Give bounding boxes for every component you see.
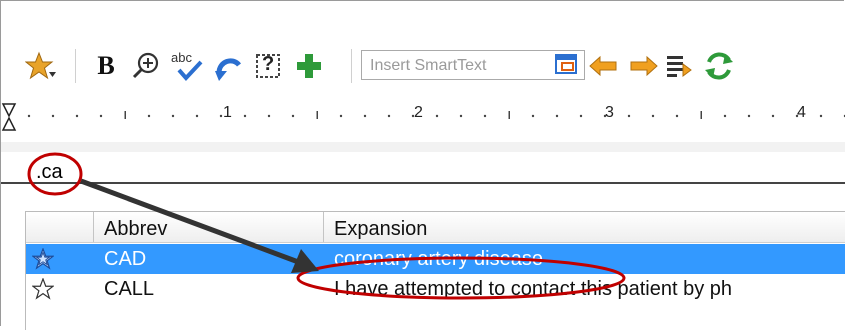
spellcheck-icon[interactable]: abc <box>167 41 207 91</box>
favorite-star-icon[interactable] <box>32 248 54 270</box>
ruler-dot <box>675 114 679 118</box>
ruler-dot <box>459 114 463 118</box>
list-arrow-icon[interactable] <box>663 41 699 91</box>
ruler-mark-1: 1 <box>223 104 232 121</box>
ruler-dot <box>75 114 79 118</box>
ruler-dot <box>291 114 295 118</box>
smartphrase-popup: Abbrev Expansion CAD coronary artery dis… <box>1 182 845 330</box>
star-outline-icon[interactable] <box>32 278 54 300</box>
ruler-dot <box>219 114 223 118</box>
smartphrase-table: Abbrev Expansion CAD coronary artery dis… <box>25 211 845 330</box>
ruler-mark-3: 3 <box>605 104 614 121</box>
ruler-dot <box>387 114 391 118</box>
ruler-dot <box>651 114 655 118</box>
ruler-ticks <box>1 103 845 131</box>
ruler-dot <box>579 114 583 118</box>
ruler-tick <box>700 111 702 119</box>
smarttext-input[interactable]: Insert SmartText <box>361 50 585 80</box>
arrow-left-icon[interactable] <box>586 41 622 91</box>
smarttext-placeholder: Insert SmartText <box>370 57 487 74</box>
ruler-dot <box>27 114 31 118</box>
arrow-right-icon[interactable] <box>625 41 661 91</box>
ruler-dot <box>363 114 367 118</box>
undo-icon[interactable] <box>211 41 247 91</box>
typed-text[interactable]: .ca <box>36 161 63 184</box>
help-icon[interactable]: ? <box>251 41 287 91</box>
ruler-dot <box>243 114 247 118</box>
help-label: ? <box>262 53 275 75</box>
ruler-dot <box>555 114 559 118</box>
editor-gutter <box>1 142 845 152</box>
table-header: Abbrev Expansion <box>26 212 845 243</box>
header-abbrev[interactable]: Abbrev <box>94 212 324 242</box>
bold-icon[interactable]: B <box>91 41 121 91</box>
table-row[interactable]: CALL I have attempted to contact this pa… <box>26 274 845 304</box>
ruler-mark-4: 4 <box>797 104 806 121</box>
ruler-dot <box>99 114 103 118</box>
refresh-icon[interactable] <box>701 41 737 91</box>
editor-window: B abc ? Insert SmartText 1 2 3 4 .ca Abb… <box>0 0 845 330</box>
abbrev-cell: CALL <box>104 278 155 300</box>
ruler-dot <box>339 114 343 118</box>
ruler-dot <box>51 114 55 118</box>
ruler-dot <box>771 114 775 118</box>
ruler: 1 2 3 4 <box>1 96 845 142</box>
ruler-dot <box>435 114 439 118</box>
favorites-star-icon[interactable] <box>23 41 59 91</box>
zoom-icon[interactable] <box>129 41 165 91</box>
abbrev-cell: CAD <box>104 248 147 270</box>
add-icon[interactable] <box>291 41 327 91</box>
ruler-tick <box>316 111 318 119</box>
ruler-tick <box>508 111 510 119</box>
table-row[interactable]: CAD coronary artery disease <box>26 244 845 274</box>
expansion-cell: I have attempted to contact this patient… <box>334 278 733 300</box>
ruler-dot <box>147 114 151 118</box>
ruler-dot <box>747 114 751 118</box>
ruler-dot <box>819 114 823 118</box>
ruler-dot <box>627 114 631 118</box>
ruler-dot <box>267 114 271 118</box>
bold-label: B <box>97 51 115 80</box>
ruler-dot <box>723 114 727 118</box>
header-favorite[interactable] <box>26 212 94 242</box>
ruler-dot <box>195 114 199 118</box>
ruler-dot <box>483 114 487 118</box>
ruler-tick <box>124 111 126 119</box>
header-expansion[interactable]: Expansion <box>324 212 845 242</box>
ruler-dot <box>171 114 175 118</box>
insert-smarttext-icon[interactable] <box>554 53 580 77</box>
expansion-cell: coronary artery disease <box>334 248 543 270</box>
toolbar-separator <box>75 49 76 83</box>
ruler-mark-2: 2 <box>414 104 423 121</box>
toolbar-separator <box>351 49 352 83</box>
ruler-dot <box>531 114 535 118</box>
